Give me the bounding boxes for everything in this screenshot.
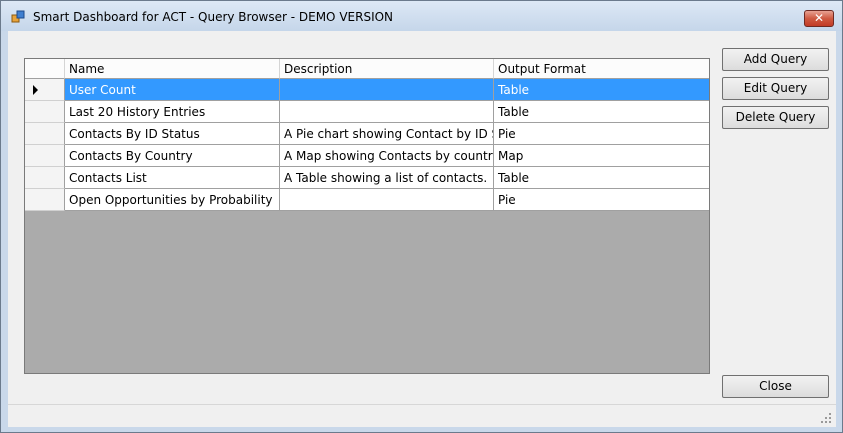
cell-description[interactable] bbox=[280, 79, 494, 101]
title-bar[interactable]: Smart Dashboard for ACT - Query Browser … bbox=[1, 1, 842, 31]
edit-query-button[interactable]: Edit Query bbox=[722, 77, 829, 100]
cell-name[interactable]: Contacts By ID Status bbox=[65, 123, 280, 145]
cell-description[interactable]: A Table showing a list of contacts. bbox=[280, 167, 494, 189]
cell-output-format[interactable]: Table bbox=[494, 167, 709, 189]
cell-output-format[interactable]: Table bbox=[494, 79, 709, 101]
table-row[interactable]: Open Opportunities by Probability Pie bbox=[25, 189, 709, 211]
current-row-arrow-icon bbox=[33, 85, 38, 95]
window-close-button[interactable]: ✕ bbox=[804, 10, 834, 27]
table-row[interactable]: Contacts By Country A Map showing Contac… bbox=[25, 145, 709, 167]
resize-grip-icon[interactable] bbox=[820, 412, 832, 424]
window-title: Smart Dashboard for ACT - Query Browser … bbox=[33, 10, 394, 24]
table-row[interactable]: Contacts By ID Status A Pie chart showin… bbox=[25, 123, 709, 145]
app-icon bbox=[11, 10, 25, 23]
cell-description[interactable] bbox=[280, 101, 494, 123]
close-button[interactable]: Close bbox=[722, 375, 829, 398]
cell-description[interactable]: A Pie chart showing Contact by ID Status… bbox=[280, 123, 494, 145]
cell-name[interactable]: User Count bbox=[65, 79, 280, 101]
cell-name[interactable]: Last 20 History Entries bbox=[65, 101, 280, 123]
row-header[interactable] bbox=[25, 123, 65, 145]
query-grid[interactable]: Name Description Output Format User Coun… bbox=[24, 58, 710, 374]
table-row[interactable]: User Count Table bbox=[25, 79, 709, 101]
cell-output-format[interactable]: Pie bbox=[494, 123, 709, 145]
client-area: Name Description Output Format User Coun… bbox=[8, 31, 836, 427]
row-header[interactable] bbox=[25, 101, 65, 123]
column-header-output-format[interactable]: Output Format bbox=[494, 59, 709, 79]
delete-query-button[interactable]: Delete Query bbox=[722, 106, 829, 129]
cell-output-format[interactable]: Map bbox=[494, 145, 709, 167]
column-header-description[interactable]: Description bbox=[280, 59, 494, 79]
cell-output-format[interactable]: Pie bbox=[494, 189, 709, 211]
close-icon: ✕ bbox=[813, 11, 825, 25]
grid-header: Name Description Output Format bbox=[25, 59, 709, 80]
column-header-name[interactable]: Name bbox=[65, 59, 280, 79]
row-header[interactable] bbox=[25, 189, 65, 211]
cell-output-format[interactable]: Table bbox=[494, 101, 709, 123]
status-bar bbox=[8, 404, 836, 427]
cell-description[interactable]: A Map showing Contacts by country. bbox=[280, 145, 494, 167]
row-header[interactable] bbox=[25, 145, 65, 167]
cell-description[interactable] bbox=[280, 189, 494, 211]
query-browser-window: Smart Dashboard for ACT - Query Browser … bbox=[0, 0, 843, 433]
table-row[interactable]: Last 20 History Entries Table bbox=[25, 101, 709, 123]
cell-name[interactable]: Contacts By Country bbox=[65, 145, 280, 167]
add-query-button[interactable]: Add Query bbox=[722, 48, 829, 71]
table-row[interactable]: Contacts List A Table showing a list of … bbox=[25, 167, 709, 189]
row-header[interactable] bbox=[25, 167, 65, 189]
row-header[interactable] bbox=[25, 79, 65, 101]
header-corner bbox=[25, 59, 65, 79]
cell-name[interactable]: Contacts List bbox=[65, 167, 280, 189]
cell-name[interactable]: Open Opportunities by Probability bbox=[65, 189, 280, 211]
